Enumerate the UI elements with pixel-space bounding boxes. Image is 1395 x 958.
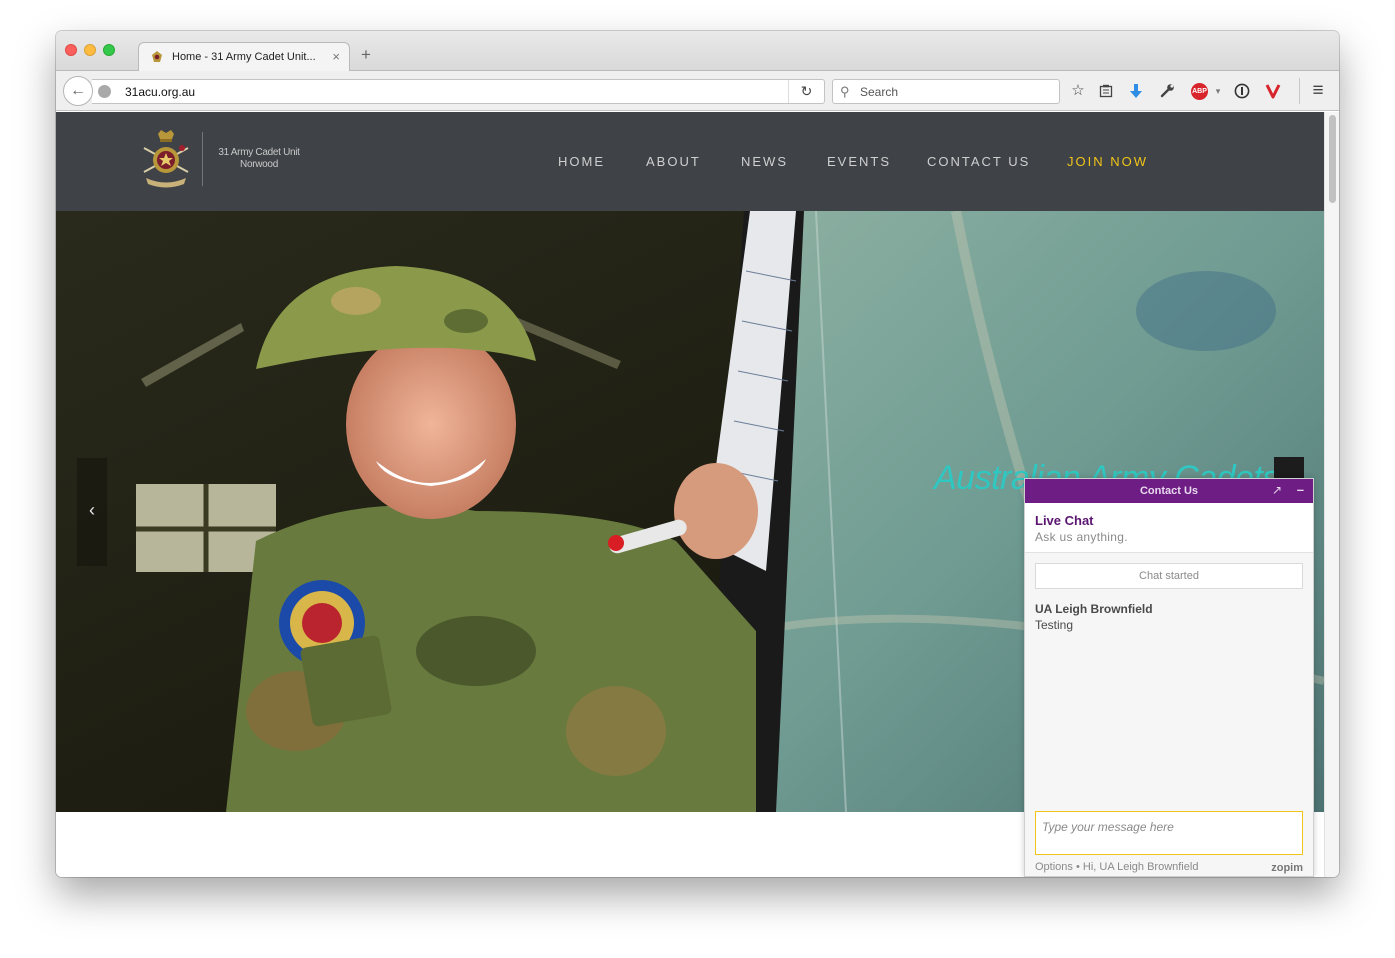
crest-favicon-icon	[152, 51, 162, 62]
toolbar-separator	[1299, 78, 1300, 104]
zoom-window-button[interactable]	[103, 44, 115, 56]
minimize-icon[interactable]: –	[1297, 482, 1304, 497]
browser-window: Home - 31 Army Cadet Unit... × + 31acu.o…	[56, 31, 1339, 877]
nav-toolbar: 31acu.org.au ↻ ← ⚲ Search ☆ ABP ▾ ≡	[56, 71, 1339, 111]
search-icon: ⚲	[840, 84, 850, 99]
bookmark-star-icon[interactable]: ☆	[1067, 80, 1089, 102]
chat-header[interactable]: Contact Us ↗ –	[1025, 479, 1313, 503]
nav-about[interactable]: ABOUT	[646, 154, 701, 169]
search-placeholder: Search	[860, 85, 899, 99]
nav-contact-us[interactable]: CONTACT US	[927, 154, 1030, 169]
live-chat-widget: Contact Us ↗ – Live Chat Ask us anything…	[1024, 478, 1314, 877]
url-bar[interactable]: 31acu.org.au ↻	[92, 79, 825, 104]
wrench-icon[interactable]	[1156, 80, 1178, 102]
tab-title: Home - 31 Army Cadet Unit...	[172, 51, 316, 63]
page-scrollbar[interactable]	[1324, 112, 1339, 877]
scrollbar-thumb[interactable]	[1329, 115, 1336, 203]
tab-bar: Home - 31 Army Cadet Unit... × +	[56, 31, 1339, 72]
zopim-logo[interactable]: zopim	[1271, 862, 1303, 874]
nav-news[interactable]: NEWS	[741, 154, 788, 169]
chat-header-title: Contact Us	[1139, 485, 1199, 497]
site-header: 31 Army Cadet Unit Norwood HOME ABOUT NE…	[56, 112, 1324, 211]
tab-home[interactable]: Home - 31 Army Cadet Unit... ×	[138, 42, 350, 72]
info-icon[interactable]	[1231, 80, 1253, 102]
search-box[interactable]: ⚲ Search	[832, 79, 1060, 104]
hero-prev-arrow-icon[interactable]: ‹	[77, 458, 107, 566]
vivaldi-icon[interactable]	[1262, 80, 1284, 102]
popout-icon[interactable]: ↗	[1272, 483, 1282, 497]
download-icon[interactable]	[1125, 80, 1147, 102]
reading-list-icon[interactable]	[1095, 80, 1117, 102]
adblock-icon[interactable]: ABP	[1191, 83, 1208, 100]
menu-icon[interactable]: ≡	[1307, 80, 1329, 102]
minimize-window-button[interactable]	[84, 44, 96, 56]
chat-intro: Live Chat Ask us anything.	[1025, 503, 1313, 553]
logo-unit-name[interactable]: 31 Army Cadet Unit	[214, 147, 304, 158]
chat-started-notice: Chat started	[1035, 563, 1303, 589]
chat-message: Testing	[1035, 618, 1074, 632]
chevron-down-icon[interactable]: ▾	[1207, 80, 1229, 102]
globe-icon	[98, 85, 111, 98]
logo-divider	[202, 132, 203, 186]
chat-ask-text: Ask us anything.	[1035, 530, 1128, 544]
nav-home[interactable]: HOME	[558, 154, 605, 169]
tab-close-icon[interactable]: ×	[332, 49, 340, 64]
army-cadet-crest-icon[interactable]	[138, 130, 194, 190]
chat-message-input[interactable]	[1035, 811, 1303, 855]
back-button[interactable]: ←	[63, 76, 93, 106]
reload-button[interactable]: ↻	[788, 80, 824, 103]
chat-live-label: Live Chat	[1035, 513, 1094, 528]
chat-options-link[interactable]: Options • Hi, UA Leigh Brownfield	[1035, 861, 1198, 873]
url-text: 31acu.org.au	[125, 85, 196, 99]
new-tab-button[interactable]: +	[361, 46, 371, 63]
nav-events[interactable]: EVENTS	[827, 154, 891, 169]
nav-join-now[interactable]: JOIN NOW	[1067, 154, 1148, 169]
logo-location[interactable]: Norwood	[214, 159, 304, 170]
close-window-button[interactable]	[65, 44, 77, 56]
chat-agent-name: UA Leigh Brownfield	[1035, 602, 1153, 616]
